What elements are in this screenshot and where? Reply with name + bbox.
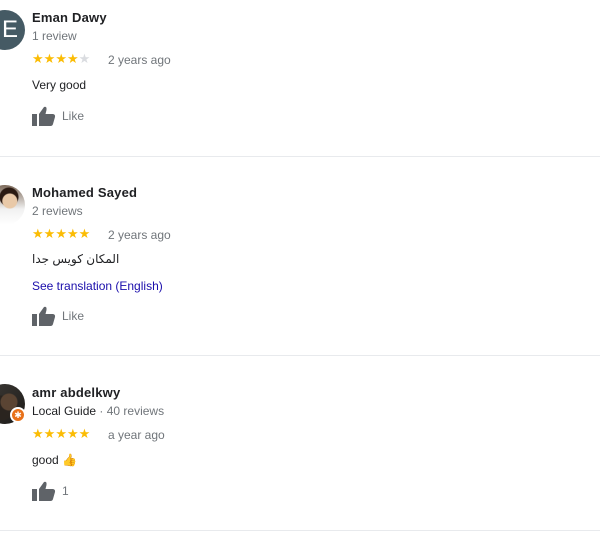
see-translation-link[interactable]: See translation (English) [32,279,163,293]
reviewer-name[interactable]: Mohamed Sayed [32,185,137,200]
thumbs-up-icon [32,106,56,126]
review-date: a year ago [108,428,165,442]
reviewer-name[interactable]: amr abdelkwy [32,385,120,400]
review-text: good 👍 [32,453,77,467]
star-icon: ★ [55,426,67,441]
thumbs-up-icon [32,481,56,501]
star-icon: ★ [66,51,79,66]
star-rating: ★★★★★ [32,226,90,242]
like-count: 1 [62,484,69,498]
star-rating: ★★★★★ [32,426,90,442]
review-count: · 40 reviews [96,404,165,418]
star-icon: ★ [32,51,44,66]
review-text: المكان كويس جدا [32,252,120,266]
divider [0,530,600,531]
review-text-body: good [32,453,59,467]
local-guide-label: Local Guide [32,404,97,418]
review-date: 2 years ago [108,53,171,67]
avatar[interactable]: E [0,10,25,50]
review-count: 1 review [32,29,77,43]
star-icon: ★ [78,226,91,241]
avatar[interactable] [0,185,25,225]
thumbs-up-icon [32,306,56,326]
review-count: 2 reviews [32,204,83,218]
star-icon: ★ [66,226,79,241]
like-label: Like [62,309,85,323]
star-icon: ★ [78,426,91,441]
local-guide-badge-icon: ✱ [10,407,26,423]
star-icon: ★ [55,51,67,66]
divider [0,355,600,356]
star-icon: ★ [43,426,56,441]
star-empty-icon: ★ [78,51,91,66]
star-icon: ★ [55,226,67,241]
star-icon: ★ [32,426,44,441]
reviewer-name[interactable]: Eman Dawy [32,10,107,25]
star-rating: ★★★★★ [32,51,90,67]
star-icon: ★ [43,226,56,241]
review-date: 2 years ago [108,228,171,242]
like-label: Like [62,109,85,123]
reviewer-meta: Local Guide · 40 reviews [32,404,164,418]
star-icon: ★ [66,426,79,441]
thumbs-up-emoji-icon: 👍 [62,453,77,467]
star-icon: ★ [32,226,44,241]
review-text: Very good [32,78,87,92]
divider [0,156,600,157]
star-icon: ★ [43,51,56,66]
